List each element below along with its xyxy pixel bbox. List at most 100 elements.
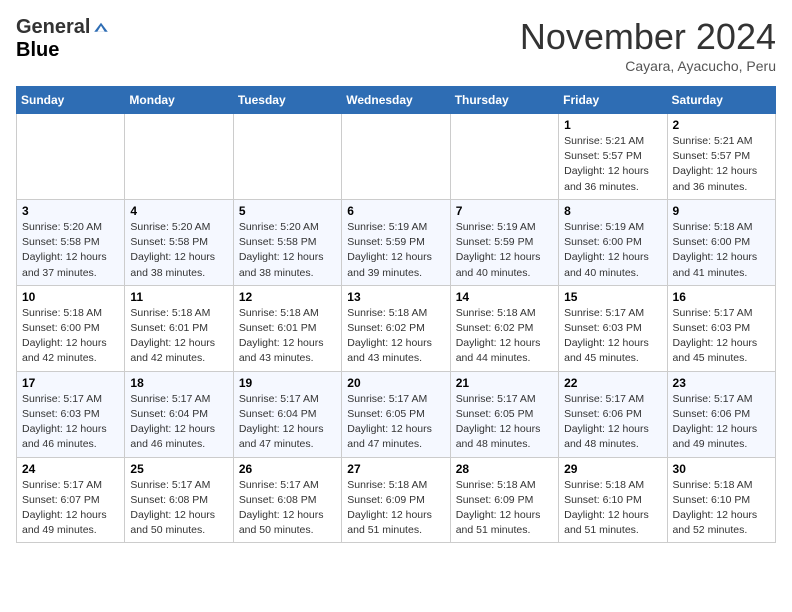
calendar-cell: 14Sunrise: 5:18 AM Sunset: 6:02 PM Dayli… [450, 285, 558, 371]
calendar-week-row: 10 Sunrise: 5:18 AM Sunset: 6:00 PM Dayli… [17, 285, 776, 371]
calendar-cell: 16Sunrise: 5:17 AM Sunset: 6:03 PM Dayli… [667, 285, 775, 371]
calendar-cell: 26 Sunrise: 5:17 AM Sunset: 6:08 PM Dayli… [233, 457, 341, 543]
day-info: Sunrise: 5:17 AM Sunset: 6:08 PM Dayligh… [239, 478, 336, 539]
calendar-week-row: 3 Sunrise: 5:20 AM Sunset: 5:58 PM Daylig… [17, 199, 776, 285]
logo-icon [92, 19, 110, 37]
day-info: Sunrise: 5:17 AM Sunset: 6:06 PM Dayligh… [564, 392, 661, 453]
day-info: Sunrise: 5:18 AM Sunset: 6:00 PM Dayligh… [22, 306, 119, 367]
calendar-cell: 5 Sunrise: 5:20 AM Sunset: 5:58 PM Daylig… [233, 199, 341, 285]
calendar-cell: 24 Sunrise: 5:17 AM Sunset: 6:07 PM Dayli… [17, 457, 125, 543]
calendar-cell: 7 Sunrise: 5:19 AM Sunset: 5:59 PM Daylig… [450, 199, 558, 285]
day-info: Sunrise: 5:20 AM Sunset: 5:58 PM Dayligh… [22, 220, 119, 281]
column-header-friday: Friday [559, 87, 667, 114]
calendar-cell: 10 Sunrise: 5:18 AM Sunset: 6:00 PM Dayli… [17, 285, 125, 371]
day-info: Sunrise: 5:19 AM Sunset: 5:59 PM Dayligh… [456, 220, 553, 281]
logo: General Blue [16, 16, 110, 62]
calendar-cell: 23 Sunrise: 5:17 AM Sunset: 6:06 PM Dayli… [667, 371, 775, 457]
calendar-cell: 4 Sunrise: 5:20 AM Sunset: 5:58 PM Daylig… [125, 199, 233, 285]
day-info: Sunrise: 5:20 AM Sunset: 5:58 PM Dayligh… [130, 220, 227, 281]
day-number: 19 [239, 376, 336, 390]
day-number: 12 [239, 290, 336, 304]
day-info: Sunrise: 5:17 AM Sunset: 6:05 PM Dayligh… [456, 392, 553, 453]
calendar-cell: 25 Sunrise: 5:17 AM Sunset: 6:08 PM Dayli… [125, 457, 233, 543]
calendar-cell: 20Sunrise: 5:17 AM Sunset: 6:05 PM Dayli… [342, 371, 450, 457]
calendar-week-row: 17 Sunrise: 5:17 AM Sunset: 6:03 PM Dayli… [17, 371, 776, 457]
calendar-week-row: 1 Sunrise: 5:21 AM Sunset: 5:57 PM Daylig… [17, 114, 776, 200]
day-number: 24 [22, 462, 119, 476]
calendar-cell: 1 Sunrise: 5:21 AM Sunset: 5:57 PM Daylig… [559, 114, 667, 200]
day-info: Sunrise: 5:17 AM Sunset: 6:08 PM Dayligh… [130, 478, 227, 539]
calendar-header-row: SundayMondayTuesdayWednesdayThursdayFrid… [17, 87, 776, 114]
location-subtitle: Cayara, Ayacucho, Peru [520, 58, 776, 74]
day-number: 3 [22, 204, 119, 218]
day-info: Sunrise: 5:17 AM Sunset: 6:03 PM Dayligh… [673, 306, 770, 367]
day-info: Sunrise: 5:17 AM Sunset: 6:03 PM Dayligh… [22, 392, 119, 453]
calendar-table: SundayMondayTuesdayWednesdayThursdayFrid… [16, 86, 776, 543]
column-header-monday: Monday [125, 87, 233, 114]
day-number: 2 [673, 118, 770, 132]
day-number: 5 [239, 204, 336, 218]
column-header-thursday: Thursday [450, 87, 558, 114]
logo-blue-text: Blue [16, 39, 59, 62]
day-number: 23 [673, 376, 770, 390]
day-info: Sunrise: 5:18 AM Sunset: 6:01 PM Dayligh… [239, 306, 336, 367]
day-number: 6 [347, 204, 444, 218]
calendar-cell [450, 114, 558, 200]
day-number: 1 [564, 118, 661, 132]
day-info: Sunrise: 5:20 AM Sunset: 5:58 PM Dayligh… [239, 220, 336, 281]
day-number: 4 [130, 204, 227, 218]
column-header-wednesday: Wednesday [342, 87, 450, 114]
title-block: November 2024 Cayara, Ayacucho, Peru [520, 16, 776, 74]
day-number: 21 [456, 376, 553, 390]
day-number: 7 [456, 204, 553, 218]
calendar-cell: 11Sunrise: 5:18 AM Sunset: 6:01 PM Dayli… [125, 285, 233, 371]
day-number: 8 [564, 204, 661, 218]
day-info: Sunrise: 5:18 AM Sunset: 6:10 PM Dayligh… [673, 478, 770, 539]
day-info: Sunrise: 5:21 AM Sunset: 5:57 PM Dayligh… [673, 134, 770, 195]
calendar-cell: 9 Sunrise: 5:18 AM Sunset: 6:00 PM Daylig… [667, 199, 775, 285]
day-info: Sunrise: 5:18 AM Sunset: 6:00 PM Dayligh… [673, 220, 770, 281]
day-number: 17 [22, 376, 119, 390]
day-info: Sunrise: 5:17 AM Sunset: 6:04 PM Dayligh… [239, 392, 336, 453]
day-info: Sunrise: 5:17 AM Sunset: 6:06 PM Dayligh… [673, 392, 770, 453]
calendar-cell: 13 Sunrise: 5:18 AM Sunset: 6:02 PM Dayli… [342, 285, 450, 371]
calendar-cell: 15Sunrise: 5:17 AM Sunset: 6:03 PM Dayli… [559, 285, 667, 371]
calendar-cell: 21 Sunrise: 5:17 AM Sunset: 6:05 PM Dayli… [450, 371, 558, 457]
calendar-cell: 27 Sunrise: 5:18 AM Sunset: 6:09 PM Dayli… [342, 457, 450, 543]
calendar-cell: 22Sunrise: 5:17 AM Sunset: 6:06 PM Dayli… [559, 371, 667, 457]
calendar-cell: 17 Sunrise: 5:17 AM Sunset: 6:03 PM Dayli… [17, 371, 125, 457]
calendar-cell: 3 Sunrise: 5:20 AM Sunset: 5:58 PM Daylig… [17, 199, 125, 285]
day-number: 13 [347, 290, 444, 304]
day-info: Sunrise: 5:18 AM Sunset: 6:02 PM Dayligh… [347, 306, 444, 367]
day-info: Sunrise: 5:18 AM Sunset: 6:01 PM Dayligh… [130, 306, 227, 367]
calendar-cell [125, 114, 233, 200]
day-number: 28 [456, 462, 553, 476]
calendar-cell [342, 114, 450, 200]
calendar-cell [17, 114, 125, 200]
day-info: Sunrise: 5:17 AM Sunset: 6:04 PM Dayligh… [130, 392, 227, 453]
calendar-cell: 12 Sunrise: 5:18 AM Sunset: 6:01 PM Dayli… [233, 285, 341, 371]
day-number: 10 [22, 290, 119, 304]
day-info: Sunrise: 5:19 AM Sunset: 6:00 PM Dayligh… [564, 220, 661, 281]
calendar-cell: 28Sunrise: 5:18 AM Sunset: 6:09 PM Dayli… [450, 457, 558, 543]
day-number: 20 [347, 376, 444, 390]
day-number: 25 [130, 462, 227, 476]
day-number: 29 [564, 462, 661, 476]
logo-general-text: General [16, 16, 90, 39]
column-header-sunday: Sunday [17, 87, 125, 114]
day-number: 14 [456, 290, 553, 304]
day-info: Sunrise: 5:17 AM Sunset: 6:07 PM Dayligh… [22, 478, 119, 539]
day-number: 27 [347, 462, 444, 476]
calendar-cell [233, 114, 341, 200]
day-info: Sunrise: 5:21 AM Sunset: 5:57 PM Dayligh… [564, 134, 661, 195]
column-header-saturday: Saturday [667, 87, 775, 114]
day-info: Sunrise: 5:19 AM Sunset: 5:59 PM Dayligh… [347, 220, 444, 281]
day-info: Sunrise: 5:18 AM Sunset: 6:10 PM Dayligh… [564, 478, 661, 539]
calendar-cell: 19 Sunrise: 5:17 AM Sunset: 6:04 PM Dayli… [233, 371, 341, 457]
day-number: 26 [239, 462, 336, 476]
day-info: Sunrise: 5:18 AM Sunset: 6:09 PM Dayligh… [347, 478, 444, 539]
day-number: 15 [564, 290, 661, 304]
day-number: 9 [673, 204, 770, 218]
calendar-cell: 30Sunrise: 5:18 AM Sunset: 6:10 PM Dayli… [667, 457, 775, 543]
page-header: General Blue November 2024 Cayara, Ayacu… [16, 16, 776, 74]
